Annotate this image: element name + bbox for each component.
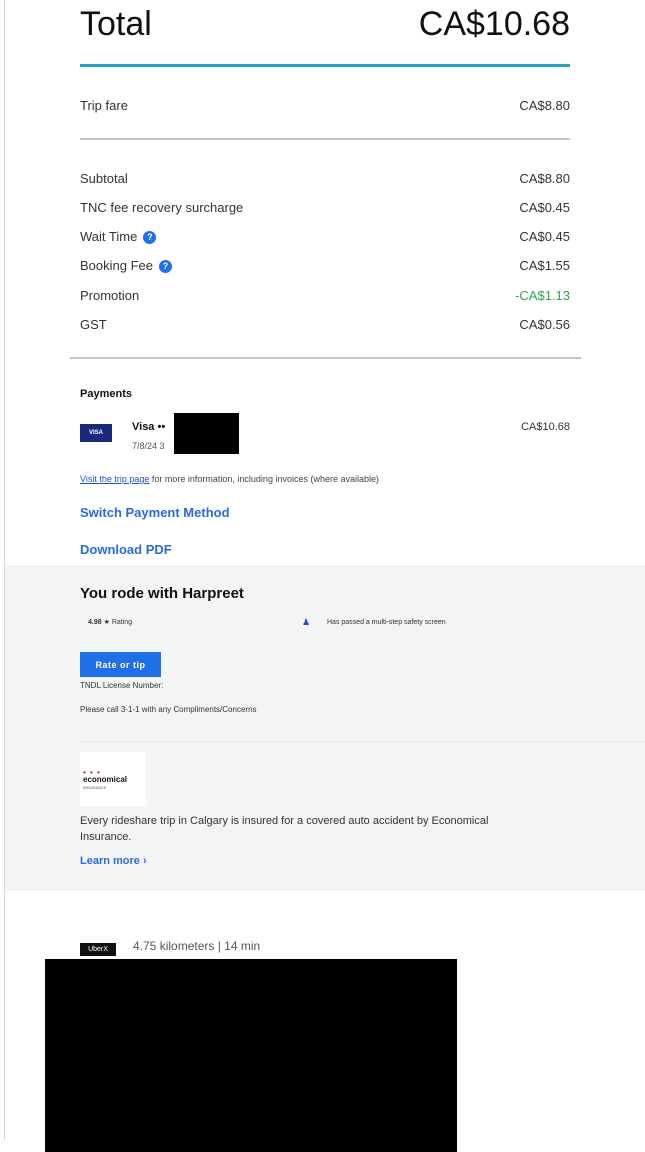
- subtotal-label: Subtotal: [80, 171, 128, 186]
- tnc-fee-label: TNC fee recovery surcharge: [80, 200, 244, 215]
- driver-section: You rode with Harpreet 4.98 ★ Rating ♟ H…: [5, 565, 645, 891]
- redacted-map-block: [45, 959, 457, 1152]
- trip-fare-label: Trip fare: [80, 98, 128, 113]
- booking-fee-label: Booking Fee: [80, 258, 153, 273]
- wait-time-info-icon[interactable]: ?: [143, 231, 157, 244]
- logo-word: economical: [83, 775, 128, 784]
- breakdown-divider: [70, 357, 581, 359]
- logo-subtitle: INSURANCE: [83, 785, 107, 790]
- rating-label: Rating: [111, 619, 133, 626]
- promotion-row: Promotion -CA$1.13: [80, 288, 570, 303]
- subtotal-row: Subtotal CA$8.80: [80, 171, 570, 186]
- gst-label: GST: [80, 317, 107, 332]
- tndl-license-label: TNDL License Number:: [80, 681, 164, 690]
- total-label: Total: [80, 4, 152, 43]
- switch-payment-method-link[interactable]: Switch Payment Method: [80, 505, 230, 520]
- driver-rating: 4.98 ★ Rating: [88, 618, 132, 626]
- promotion-label: Promotion: [80, 288, 140, 303]
- total-row: Total CA$10.68: [80, 2, 570, 46]
- rate-or-tip-button[interactable]: Rate or tip: [80, 652, 161, 677]
- gst-row: GST CA$0.56: [80, 317, 570, 332]
- payments-heading: Payments: [80, 388, 132, 400]
- trip-distance-duration: 4.75 kilometers | 14 min: [133, 939, 261, 953]
- payment-amount: CA$10.68: [521, 421, 570, 433]
- total-divider: [80, 64, 570, 67]
- trip-note-text: for more information, including invoices…: [149, 474, 379, 484]
- visa-card-icon: VISA: [80, 424, 112, 442]
- fare-divider: [80, 138, 570, 140]
- booking-fee-value: CA$1.55: [519, 258, 570, 273]
- subtotal-value: CA$8.80: [519, 171, 570, 186]
- driver-title: You rode with Harpreet: [80, 585, 244, 602]
- uberx-badge: UberX: [80, 943, 116, 956]
- driver-insurance-divider: [80, 741, 645, 742]
- economical-insurance-logo: • • • economical INSURANCE: [80, 752, 146, 806]
- insurance-text: Every rideshare trip in Calgary is insur…: [80, 815, 489, 843]
- learn-more-link[interactable]: Learn more ›: [80, 855, 147, 867]
- tnc-fee-value: CA$0.45: [519, 200, 570, 215]
- trip-fare-value: CA$8.80: [519, 98, 570, 113]
- total-amount: CA$10.68: [418, 4, 570, 43]
- trip-page-note: Visit the trip page for more information…: [80, 474, 379, 484]
- wait-time-label: Wait Time: [80, 229, 138, 244]
- tnc-fee-row: TNC fee recovery surcharge CA$0.45: [80, 200, 570, 215]
- trip-page-link[interactable]: Visit the trip page: [80, 474, 149, 484]
- redaction-block: [174, 413, 239, 454]
- download-pdf-link[interactable]: Download PDF: [80, 542, 172, 557]
- booking-fee-row: Booking Fee? CA$1.55: [80, 258, 570, 273]
- gst-value: CA$0.56: [519, 317, 570, 332]
- safety-screen-text: Has passed a multi-step safety screen: [327, 619, 446, 626]
- wait-time-label-wrap: Wait Time?: [80, 229, 157, 244]
- rating-value: 4.98 ★: [88, 619, 110, 626]
- booking-fee-info-icon[interactable]: ?: [159, 260, 172, 273]
- wait-time-value: CA$0.45: [519, 229, 570, 244]
- card-date: 7/8/24 3: [132, 441, 165, 451]
- booking-fee-label-wrap: Booking Fee?: [80, 258, 172, 273]
- promotion-value: -CA$1.13: [515, 288, 570, 303]
- wait-time-row: Wait Time? CA$0.45: [80, 229, 570, 244]
- compliments-note: Please call 3-1-1 with any Compliments/C…: [80, 705, 257, 714]
- card-name: Visa ••: [132, 421, 166, 433]
- shield-person-icon: ♟: [302, 617, 311, 627]
- trip-fare-row: Trip fare CA$8.80: [80, 98, 570, 113]
